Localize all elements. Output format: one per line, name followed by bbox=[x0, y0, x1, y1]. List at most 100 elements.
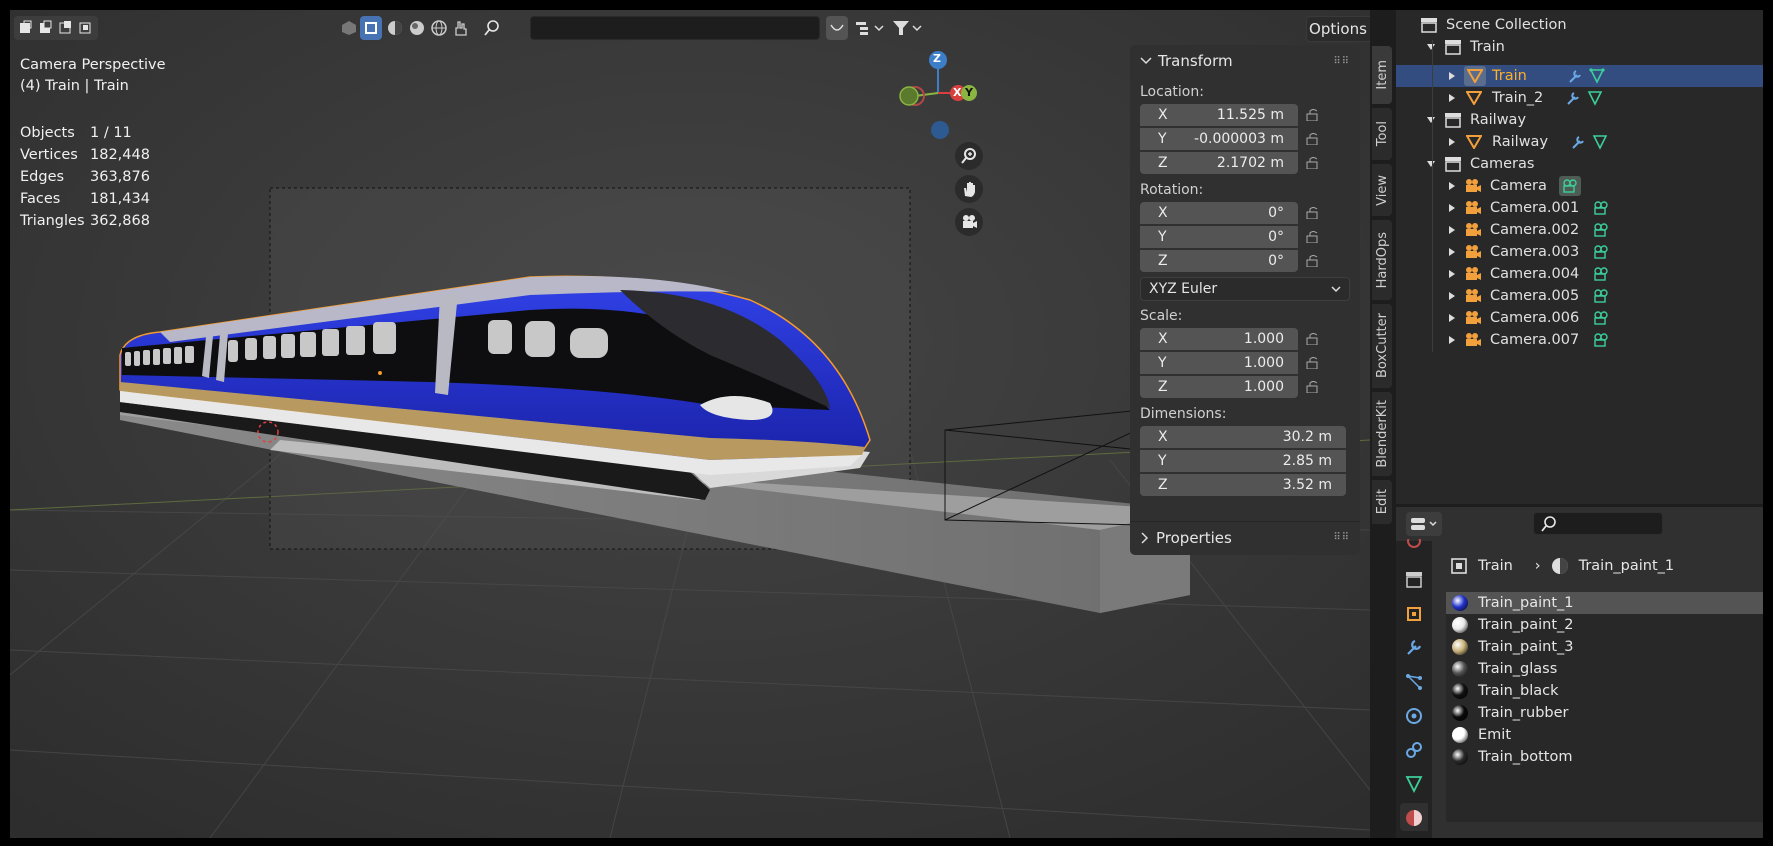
properties-search-input[interactable] bbox=[1533, 512, 1663, 535]
outliner-row-camera-005[interactable]: Camera.005 bbox=[1396, 285, 1763, 307]
material-preview-ball-icon bbox=[1452, 683, 1468, 699]
material-slot[interactable]: Train_rubber bbox=[1446, 702, 1763, 724]
outliner-row-camera-007[interactable]: Camera.007 bbox=[1396, 329, 1763, 351]
hand-tool-icon[interactable] bbox=[450, 17, 472, 39]
location-y-field[interactable]: Y -0.000003 m bbox=[1140, 128, 1298, 150]
material-slot[interactable]: Train_paint_3 bbox=[1446, 636, 1763, 658]
drag-grip-icon[interactable]: ⠿⠿ bbox=[1333, 532, 1350, 543]
options-dropdown[interactable]: Options bbox=[1306, 16, 1370, 42]
outliner-row-railway-mesh[interactable]: Railway bbox=[1396, 131, 1763, 153]
material-slot[interactable]: Train_black bbox=[1446, 680, 1763, 702]
scale-y-field[interactable]: Y 1.000 bbox=[1140, 352, 1298, 374]
chevron-down-icon bbox=[1427, 161, 1435, 167]
outliner-row-camera-003[interactable]: Camera.003 bbox=[1396, 241, 1763, 263]
chevron-right-icon bbox=[1449, 72, 1455, 80]
material-tab-icon[interactable] bbox=[1400, 803, 1428, 831]
tab-boxcutter[interactable]: BoxCutter bbox=[1372, 304, 1392, 388]
lock-icon[interactable] bbox=[1298, 109, 1328, 121]
dimension-z-field[interactable]: Z 3.52 m bbox=[1140, 474, 1346, 496]
zoom-icon[interactable] bbox=[955, 142, 983, 170]
options-label: Options bbox=[1309, 20, 1367, 38]
rotation-x-field[interactable]: X 0° bbox=[1140, 202, 1298, 224]
sidebar-tabs: Item Tool View HardOps BoxCutter Blender… bbox=[1370, 10, 1394, 838]
gizmo-x-label[interactable]: X bbox=[953, 86, 961, 99]
dimension-y-field[interactable]: Y 2.85 m bbox=[1140, 450, 1346, 472]
dimension-x-field[interactable]: X 30.2 m bbox=[1140, 426, 1346, 448]
camera-data-icon bbox=[1594, 223, 1608, 237]
chevron-right-icon bbox=[1449, 226, 1455, 234]
location-z-field[interactable]: Z 2.1702 m bbox=[1140, 152, 1298, 174]
material-slot-list[interactable]: Train_paint_1 Train_paint_2 Train_paint_… bbox=[1446, 592, 1763, 822]
outliner-row-train-2[interactable]: Train_2 bbox=[1396, 87, 1763, 109]
camera-object-icon bbox=[1466, 333, 1481, 346]
viewport-header: Options bbox=[10, 10, 1370, 44]
lock-icon[interactable] bbox=[1298, 157, 1328, 169]
3d-viewport[interactable]: Z X Y Options Camera Perspective (4) Tra… bbox=[10, 10, 1370, 838]
material-slot[interactable]: Train_glass bbox=[1446, 658, 1763, 680]
outliner-row-collection-cameras[interactable]: Cameras bbox=[1396, 153, 1763, 175]
camera-view-icon[interactable] bbox=[955, 208, 983, 236]
drag-grip-icon[interactable]: ⠿⠿ bbox=[1333, 56, 1350, 67]
solid-shading-button[interactable] bbox=[360, 16, 382, 40]
lock-icon[interactable] bbox=[1298, 381, 1328, 393]
stat-value: 1 / 11 bbox=[90, 125, 132, 141]
tab-item[interactable]: Item bbox=[1372, 46, 1392, 104]
tab-hardops[interactable]: HardOps bbox=[1372, 220, 1392, 300]
filter-icon[interactable] bbox=[890, 17, 924, 39]
tab-tool[interactable]: Tool bbox=[1372, 108, 1392, 160]
camera-data-icon[interactable] bbox=[1558, 176, 1581, 196]
lock-icon[interactable] bbox=[1298, 333, 1328, 345]
editor-type-dropdown[interactable] bbox=[1406, 512, 1442, 536]
material-preview-ball-icon bbox=[1452, 749, 1468, 765]
properties-panel-header[interactable]: Properties ⠿⠿ bbox=[1130, 521, 1360, 553]
chevron-right-icon bbox=[1449, 248, 1455, 256]
lock-icon[interactable] bbox=[1298, 255, 1328, 267]
scale-x-field[interactable]: X 1.000 bbox=[1140, 328, 1298, 350]
tab-blenderkit[interactable]: BlenderKit bbox=[1372, 392, 1392, 476]
material-slot[interactable]: Emit bbox=[1446, 724, 1763, 746]
tree-display-icon[interactable] bbox=[852, 17, 886, 39]
outliner[interactable]: Scene Collection Train Train Train_2 Rai… bbox=[1396, 10, 1763, 504]
transform-panel-header[interactable]: Transform ⠿⠿ bbox=[1130, 45, 1360, 77]
scale-z-field[interactable]: Z 1.000 bbox=[1140, 376, 1298, 398]
rotation-y-field[interactable]: Y 0° bbox=[1140, 226, 1298, 248]
outliner-row-collection-train[interactable]: Train bbox=[1396, 36, 1763, 58]
material-slot[interactable]: Train_paint_1 bbox=[1446, 592, 1763, 614]
lock-icon[interactable] bbox=[1298, 357, 1328, 369]
outliner-row-camera-004[interactable]: Camera.004 bbox=[1396, 263, 1763, 285]
xray-icon[interactable] bbox=[338, 17, 360, 39]
object-icon bbox=[1451, 558, 1467, 574]
outliner-row-camera-002[interactable]: Camera.002 bbox=[1396, 219, 1763, 241]
location-x-field[interactable]: X 11.525 m bbox=[1140, 104, 1298, 126]
modifier-tab-icon bbox=[1407, 639, 1422, 655]
outliner-row-camera[interactable]: Camera bbox=[1396, 175, 1763, 197]
outliner-row-camera-001[interactable]: Camera.001 bbox=[1396, 197, 1763, 219]
pan-hand-icon[interactable] bbox=[955, 175, 983, 203]
chevron-down-icon bbox=[1427, 117, 1435, 123]
snapping-toggle[interactable] bbox=[826, 16, 848, 40]
viewport-search-input[interactable] bbox=[484, 16, 820, 40]
tab-edit[interactable]: Edit bbox=[1372, 480, 1392, 524]
tab-view[interactable]: View bbox=[1372, 164, 1392, 216]
rendered-shading-icon[interactable] bbox=[406, 17, 428, 39]
world-icon[interactable] bbox=[428, 17, 450, 39]
outliner-row-camera-006[interactable]: Camera.006 bbox=[1396, 307, 1763, 329]
lock-icon[interactable] bbox=[1298, 207, 1328, 219]
outliner-row-scene-collection[interactable]: Scene Collection bbox=[1396, 14, 1763, 36]
select-mode-group[interactable] bbox=[14, 16, 98, 40]
gizmo-y-label[interactable]: Y bbox=[965, 86, 973, 99]
camera-data-icon bbox=[1594, 311, 1608, 325]
rotation-z-field[interactable]: Z 0° bbox=[1140, 250, 1298, 272]
camera-object-icon bbox=[1466, 267, 1481, 280]
rotation-mode-dropdown[interactable]: XYZ Euler bbox=[1140, 277, 1350, 301]
rotation-mode-value: XYZ Euler bbox=[1149, 281, 1218, 297]
material-preview-icon[interactable] bbox=[384, 17, 406, 39]
outliner-row-train-mesh[interactable]: Train bbox=[1396, 65, 1763, 87]
gizmo-z-label[interactable]: Z bbox=[933, 52, 941, 65]
lock-icon[interactable] bbox=[1298, 133, 1328, 145]
outliner-row-collection-railway[interactable]: Railway bbox=[1396, 109, 1763, 131]
material-slot[interactable]: Train_paint_2 bbox=[1446, 614, 1763, 636]
material-slot[interactable]: Train_bottom bbox=[1446, 746, 1763, 768]
breadcrumb-material: Train_paint_1 bbox=[1578, 558, 1675, 574]
lock-icon[interactable] bbox=[1298, 231, 1328, 243]
